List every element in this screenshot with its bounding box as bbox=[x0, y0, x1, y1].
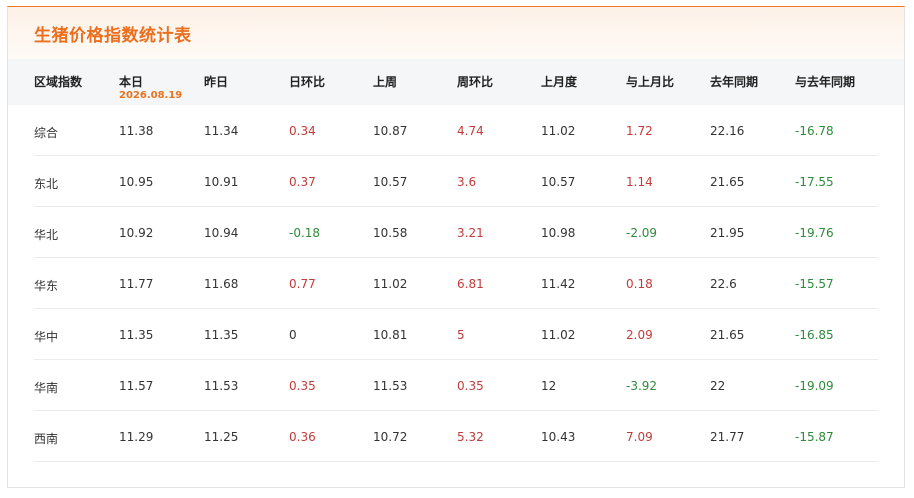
cell-yesterday: 11.34 bbox=[204, 124, 239, 138]
cell-last-week: 10.87 bbox=[373, 124, 408, 138]
page-title: 生猪价格指数统计表 bbox=[34, 25, 192, 46]
cell-region: 综合 bbox=[34, 126, 59, 140]
cell-month-change: 2.09 bbox=[626, 328, 653, 342]
column-header-last-week: 上周 bbox=[373, 75, 398, 89]
cell-month-change: -2.09 bbox=[626, 226, 658, 240]
cell-day-change: 0.77 bbox=[289, 277, 316, 291]
cell-month-change: 7.09 bbox=[626, 430, 653, 444]
cell-last-year: 21.65 bbox=[710, 328, 745, 342]
cell-last-year: 22 bbox=[710, 379, 726, 393]
cell-day-change: -0.18 bbox=[289, 226, 321, 240]
column-header-last-year: 去年同期 bbox=[710, 75, 759, 89]
cell-last-week: 10.72 bbox=[373, 430, 408, 444]
table-row: 华中 11.35 11.35 0 10.81 5 11.02 2.09 21.6… bbox=[34, 309, 878, 360]
cell-region: 华南 bbox=[34, 381, 59, 395]
cell-last-month: 10.43 bbox=[541, 430, 576, 444]
cell-yesterday: 11.68 bbox=[204, 277, 239, 291]
cell-week-change: 5 bbox=[457, 328, 465, 342]
cell-week-change: 5.32 bbox=[457, 430, 484, 444]
cell-last-week: 11.02 bbox=[373, 277, 408, 291]
column-header-year-change: 与去年同期 bbox=[795, 75, 856, 89]
cell-month-change: 1.14 bbox=[626, 175, 653, 189]
cell-week-change: 4.74 bbox=[457, 124, 484, 138]
cell-week-change: 6.81 bbox=[457, 277, 484, 291]
cell-last-year: 22.6 bbox=[710, 277, 737, 291]
cell-last-week: 11.53 bbox=[373, 379, 408, 393]
table-body: 综合 11.38 11.34 0.34 10.87 4.74 11.02 1.7… bbox=[34, 105, 878, 462]
cell-last-month: 11.42 bbox=[541, 277, 576, 291]
cell-region: 东北 bbox=[34, 177, 59, 191]
column-header-today-date: 2026.08.19 bbox=[119, 90, 183, 101]
table-row: 西南 11.29 11.25 0.36 10.72 5.32 10.43 7.0… bbox=[34, 411, 878, 462]
cell-region: 华东 bbox=[34, 279, 59, 293]
cell-year-change: -15.87 bbox=[795, 430, 834, 444]
cell-day-change: 0.37 bbox=[289, 175, 316, 189]
cell-last-month: 12 bbox=[541, 379, 557, 393]
cell-last-year: 21.65 bbox=[710, 175, 745, 189]
cell-today: 11.38 bbox=[119, 124, 154, 138]
cell-today: 11.57 bbox=[119, 379, 154, 393]
table-header: 区域指数 本日 2026.08.19 昨日 日环比 上周 周环比 上月度 与上月… bbox=[8, 59, 904, 105]
cell-month-change: 1.72 bbox=[626, 124, 653, 138]
cell-yesterday: 10.94 bbox=[204, 226, 239, 240]
cell-yesterday: 11.35 bbox=[204, 328, 239, 342]
cell-year-change: -19.76 bbox=[795, 226, 834, 240]
cell-last-year: 22.16 bbox=[710, 124, 745, 138]
cell-today: 11.35 bbox=[119, 328, 154, 342]
cell-today: 10.92 bbox=[119, 226, 154, 240]
cell-year-change: -19.09 bbox=[795, 379, 834, 393]
cell-last-month: 11.02 bbox=[541, 124, 576, 138]
cell-last-month: 11.02 bbox=[541, 328, 576, 342]
cell-region: 华中 bbox=[34, 330, 59, 344]
cell-last-week: 10.57 bbox=[373, 175, 408, 189]
cell-month-change: 0.18 bbox=[626, 277, 653, 291]
cell-day-change: 0 bbox=[289, 328, 297, 342]
column-header-week-change: 周环比 bbox=[457, 75, 494, 89]
cell-region: 华北 bbox=[34, 228, 59, 242]
column-header-region: 区域指数 bbox=[34, 75, 83, 89]
cell-today: 11.77 bbox=[119, 277, 154, 291]
cell-day-change: 0.35 bbox=[289, 379, 316, 393]
table-row: 华东 11.77 11.68 0.77 11.02 6.81 11.42 0.1… bbox=[34, 258, 878, 309]
table-row: 华北 10.92 10.94 -0.18 10.58 3.21 10.98 -2… bbox=[34, 207, 878, 258]
cell-last-year: 21.95 bbox=[710, 226, 745, 240]
cell-last-week: 10.58 bbox=[373, 226, 408, 240]
cell-yesterday: 11.25 bbox=[204, 430, 239, 444]
cell-last-week: 10.81 bbox=[373, 328, 408, 342]
cell-week-change: 3.21 bbox=[457, 226, 484, 240]
cell-year-change: -17.55 bbox=[795, 175, 834, 189]
cell-yesterday: 10.91 bbox=[204, 175, 239, 189]
cell-day-change: 0.36 bbox=[289, 430, 316, 444]
cell-week-change: 0.35 bbox=[457, 379, 484, 393]
table-row: 东北 10.95 10.91 0.37 10.57 3.6 10.57 1.14… bbox=[34, 156, 878, 207]
pig-price-index-panel: 生猪价格指数统计表 区域指数 本日 2026.08.19 昨日 日环比 上周 周… bbox=[7, 6, 905, 488]
column-header-last-month: 上月度 bbox=[541, 75, 578, 89]
column-header-month-change: 与上月比 bbox=[626, 75, 675, 89]
cell-month-change: -3.92 bbox=[626, 379, 658, 393]
cell-yesterday: 11.53 bbox=[204, 379, 239, 393]
column-header-yesterday: 昨日 bbox=[204, 75, 229, 89]
cell-day-change: 0.34 bbox=[289, 124, 316, 138]
cell-last-year: 21.77 bbox=[710, 430, 745, 444]
table-row: 综合 11.38 11.34 0.34 10.87 4.74 11.02 1.7… bbox=[34, 105, 878, 156]
column-header-day-change: 日环比 bbox=[289, 75, 326, 89]
cell-year-change: -15.57 bbox=[795, 277, 834, 291]
cell-region: 西南 bbox=[34, 432, 59, 446]
cell-today: 11.29 bbox=[119, 430, 154, 444]
cell-last-month: 10.57 bbox=[541, 175, 576, 189]
cell-last-month: 10.98 bbox=[541, 226, 576, 240]
cell-today: 10.95 bbox=[119, 175, 154, 189]
cell-week-change: 3.6 bbox=[457, 175, 477, 189]
column-header-today: 本日 bbox=[119, 75, 144, 89]
table-row: 华南 11.57 11.53 0.35 11.53 0.35 12 -3.92 … bbox=[34, 360, 878, 411]
panel-header: 生猪价格指数统计表 bbox=[8, 7, 904, 59]
cell-year-change: -16.85 bbox=[795, 328, 834, 342]
cell-year-change: -16.78 bbox=[795, 124, 834, 138]
